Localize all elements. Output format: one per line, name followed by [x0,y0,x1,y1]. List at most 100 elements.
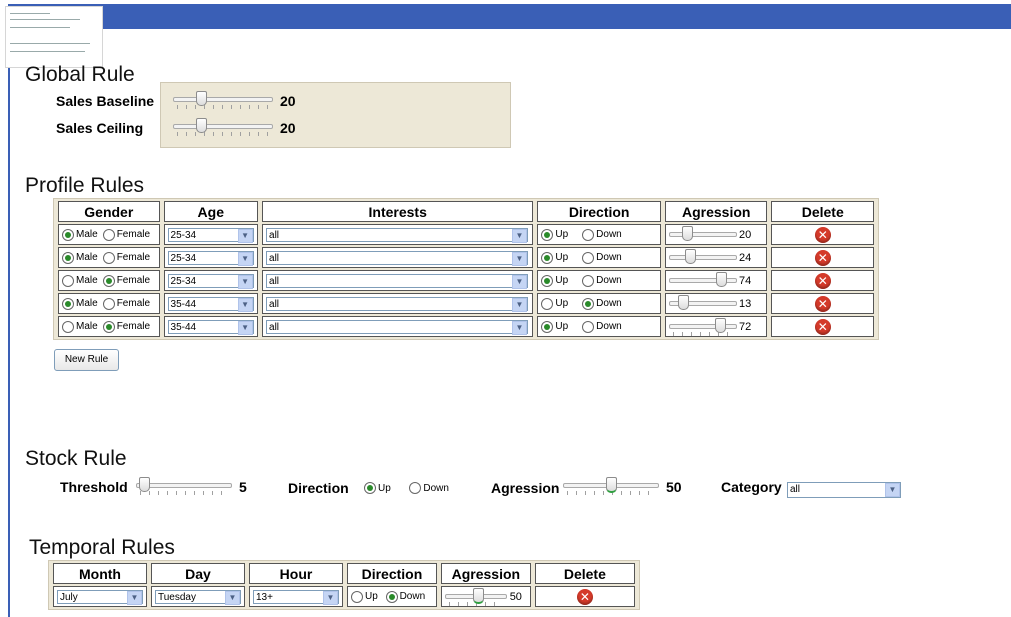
delete-x-icon[interactable]: ✕ [814,272,831,289]
chevron-down-icon[interactable]: ▼ [237,320,253,335]
chevron-down-icon[interactable]: ▼ [512,297,528,312]
slider-thumb[interactable] [196,118,207,133]
chevron-down-icon[interactable]: ▼ [237,297,253,312]
chevron-down-icon[interactable]: ▼ [127,590,142,605]
sales-baseline-label: Sales Baseline [56,93,155,109]
agression-slider[interactable] [668,271,737,290]
radio-down[interactable] [582,251,595,264]
interests-cell: all ▼ [262,270,534,291]
radio-male[interactable] [62,320,74,333]
chevron-down-icon[interactable]: ▼ [512,320,528,335]
chevron-down-icon[interactable]: ▼ [237,274,253,289]
chevron-down-icon[interactable]: ▼ [225,590,240,605]
thumbnail-preview[interactable] [5,6,103,68]
chevron-down-icon[interactable]: ▼ [885,483,900,497]
delete-x-icon[interactable]: ✕ [814,318,831,335]
radio-male[interactable] [62,251,74,264]
agression-slider[interactable] [668,317,737,336]
agression-slider[interactable] [668,225,737,244]
delete-x-icon[interactable]: ✕ [814,249,831,266]
radio-down[interactable] [582,297,595,310]
interests-select[interactable]: all ▼ [266,296,529,312]
delete-x-icon[interactable]: ✕ [576,588,593,605]
category-select[interactable]: all ▼ [787,482,901,498]
stock-direction-radio[interactable]: Up Down [364,482,454,494]
delete-x-icon[interactable]: ✕ [814,226,831,243]
radio-up[interactable] [541,320,554,333]
day-select[interactable]: Tuesday ▼ [155,589,241,605]
slider-thumb[interactable] [472,587,484,604]
radio-down[interactable] [582,320,595,333]
chevron-down-icon[interactable]: ▼ [512,228,528,243]
slider-thumb[interactable] [139,477,150,492]
radio-up-label: Up [555,229,569,240]
table-row: July ▼ Tuesday ▼ 13+ ▼ Up Down 50 ✕ [53,586,635,607]
interests-select[interactable]: all ▼ [266,250,529,266]
radio-female[interactable] [102,320,115,333]
radio-up[interactable] [541,274,554,287]
radio-up[interactable] [351,590,363,603]
radio-male-label: Male [76,252,98,263]
agression-cell: 50 [440,586,531,607]
hour-select[interactable]: 13+ ▼ [253,589,339,605]
radio-male[interactable] [62,228,74,241]
stock-agression-slider[interactable] [563,477,659,499]
slider-thumb[interactable] [681,225,693,241]
radio-down[interactable] [409,482,422,494]
age-select[interactable]: 35-44 ▼ [167,319,254,335]
radio-female-label: Female [116,275,151,286]
radio-female[interactable] [102,251,115,264]
age-select[interactable]: 25-34 ▼ [167,250,254,266]
new-rule-button[interactable]: New Rule [54,349,119,371]
radio-up-label: Up [378,482,391,494]
stock-agression-value: 50 [666,479,682,495]
sales-ceiling-slider[interactable] [173,118,273,140]
slider-thumb[interactable] [714,317,726,333]
radio-up[interactable] [541,297,554,310]
radio-down-label: Down [423,482,449,494]
agression-slider[interactable] [444,587,507,606]
slider-thumb[interactable] [606,477,617,493]
sales-baseline-slider[interactable] [173,91,273,113]
radio-male[interactable] [62,297,74,310]
age-select-value: 25-34 [170,252,197,264]
slider-thumb[interactable] [196,91,207,106]
agression-slider[interactable] [668,248,737,267]
agression-slider[interactable] [668,294,737,313]
slider-thumb[interactable] [715,271,727,287]
chevron-down-icon[interactable]: ▼ [512,251,528,266]
age-select[interactable]: 25-34 ▼ [167,273,254,289]
age-select[interactable]: 35-44 ▼ [167,296,254,312]
radio-male-label: Male [76,229,98,240]
chevron-down-icon[interactable]: ▼ [512,274,528,289]
interests-select[interactable]: all ▼ [266,227,529,243]
radio-female[interactable] [102,274,115,287]
radio-down[interactable] [582,228,595,241]
threshold-slider[interactable] [136,477,232,499]
slider-thumb[interactable] [677,294,689,310]
radio-up[interactable] [541,251,554,264]
chevron-down-icon[interactable]: ▼ [323,590,338,605]
chevron-down-icon[interactable]: ▼ [237,228,253,243]
radio-male[interactable] [62,274,74,287]
radio-female[interactable] [102,297,115,310]
chevron-down-icon[interactable]: ▼ [237,251,253,266]
direction-cell: Up Down [537,247,661,268]
agression-value: 74 [738,274,752,287]
interests-select[interactable]: all ▼ [266,273,529,289]
radio-up[interactable] [364,482,376,494]
radio-down[interactable] [582,274,595,287]
radio-male-label: Male [76,298,98,309]
interests-select[interactable]: all ▼ [266,319,529,335]
delete-x-icon[interactable]: ✕ [814,295,831,312]
month-select[interactable]: July ▼ [57,589,143,605]
col-gender: Gender [58,201,160,222]
slider-thumb[interactable] [684,248,696,264]
age-select[interactable]: 25-34 ▼ [167,227,254,243]
radio-up[interactable] [541,228,554,241]
radio-female[interactable] [102,228,115,241]
radio-down[interactable] [385,590,398,603]
gender-cell: Male Female [58,224,160,245]
stock-rule-title: Stock Rule [25,447,127,470]
table-row: Male Female 25-34 ▼ all ▼ Up Down 24 ✕ [58,247,874,268]
